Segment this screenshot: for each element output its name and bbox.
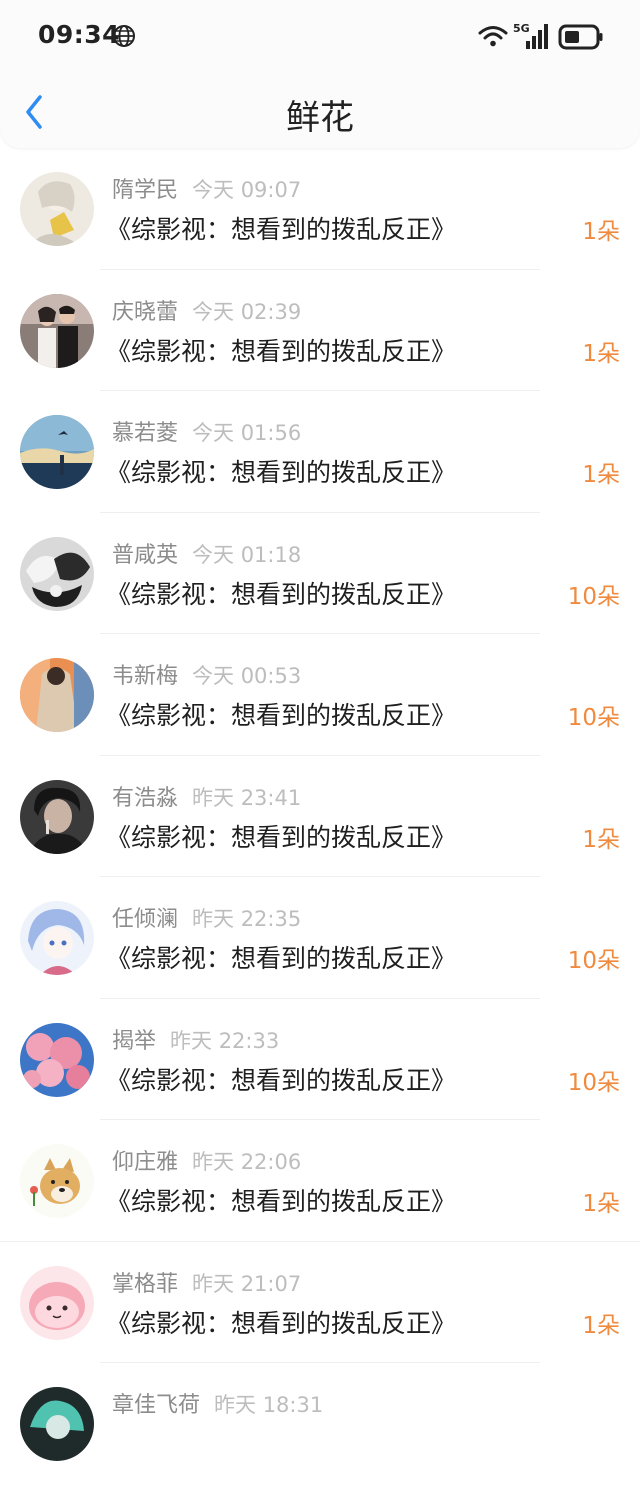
book-title[interactable]: 《综影视：想看到的拨乱反正》 xyxy=(106,939,456,975)
battery-icon xyxy=(558,24,603,50)
flower-count: 1朵 xyxy=(582,462,620,488)
sender-name-text: 隋学民 xyxy=(112,178,179,203)
book-title[interactable]: 《综影视：想看到的拨乱反正》 xyxy=(106,332,456,368)
sender-name: 慕若菱 今天 01:56 xyxy=(112,415,301,447)
sender-name-text: 揭举 xyxy=(112,1028,157,1054)
gift-time: 今天 01:56 xyxy=(192,421,302,445)
avatar[interactable] xyxy=(20,658,94,732)
sender-name-text: 章佳飞荷 xyxy=(112,1393,201,1418)
flower-count: 10朵 xyxy=(567,583,620,610)
sender-name: 隋学民 今天 09:07 xyxy=(112,172,301,204)
status-bar: 09:34 5G xyxy=(0,0,640,74)
globe-icon xyxy=(113,25,135,47)
sender-name: 庆晓蕾 今天 02:39 xyxy=(112,294,301,326)
list-item[interactable]: 仰庄雅 昨天 22:06 《综影视：想看到的拨乱反正》 1朵 xyxy=(0,1120,640,1242)
flower-count: 10朵 xyxy=(567,1069,620,1096)
flower-count: 1朵 xyxy=(582,826,620,853)
sender-name-text: 有浩淼 xyxy=(112,785,179,811)
flower-count: 10朵 xyxy=(567,948,620,974)
navigation-bar: 鲜花 xyxy=(0,78,640,148)
sender-name: 韦新梅 今天 00:53 xyxy=(112,658,301,690)
avatar[interactable] xyxy=(20,1265,94,1340)
sender-name: 揭举 昨天 22:33 xyxy=(112,1023,279,1055)
sender-name: 任倾澜 昨天 22:35 xyxy=(112,901,301,933)
avatar[interactable] xyxy=(20,415,94,489)
sender-name: 章佳飞荷 昨天 18:31 xyxy=(112,1387,323,1419)
sender-name: 有浩淼 昨天 23:41 xyxy=(112,780,301,812)
avatar[interactable] xyxy=(20,293,94,368)
list-item[interactable]: 任倾澜 昨天 22:35 《综影视：想看到的拨乱反正》 10朵 xyxy=(0,877,640,999)
book-title[interactable]: 《综影视：想看到的拨乱反正》 xyxy=(106,453,456,489)
list-item[interactable]: 庆晓蕾 今天 02:39 《综影视：想看到的拨乱反正》 1朵 xyxy=(0,270,640,391)
gift-time: 昨天 21:07 xyxy=(192,1271,302,1296)
list-item[interactable]: 掌格菲 昨天 21:07 《综影视：想看到的拨乱反正》 1朵 xyxy=(0,1242,640,1363)
flower-list: 隋学民 今天 09:07 《综影视：想看到的拨乱反正》 1朵 庆晓蕾 今天 02:3… xyxy=(0,148,640,1485)
flower-count: 1朵 xyxy=(582,340,620,367)
sender-name-text: 庆晓蕾 xyxy=(112,299,179,325)
gift-time: 今天 00:53 xyxy=(192,664,302,688)
avatar[interactable] xyxy=(20,1022,94,1097)
book-title[interactable]: 《综影视：想看到的拨乱反正》 xyxy=(106,1182,456,1218)
signal-icon xyxy=(526,24,548,49)
wifi-icon xyxy=(478,26,508,47)
gift-time: 今天 09:07 xyxy=(192,178,302,202)
gift-time: 昨天 22:33 xyxy=(170,1028,280,1053)
book-title[interactable]: 《综影视：想看到的拨乱反正》 xyxy=(106,1304,456,1340)
avatar[interactable] xyxy=(20,536,94,611)
gift-time: 今天 02:39 xyxy=(192,299,302,324)
sender-name-text: 慕若菱 xyxy=(112,421,179,446)
book-title[interactable]: 《综影视：想看到的拨乱反正》 xyxy=(106,210,456,246)
gift-time: 昨天 18:31 xyxy=(214,1393,324,1417)
avatar[interactable] xyxy=(20,172,94,246)
sender-name: 掌格菲 昨天 21:07 xyxy=(112,1266,301,1298)
sender-name-text: 普咸英 xyxy=(112,542,179,568)
sender-name-text: 仰庄雅 xyxy=(112,1150,179,1175)
app-header: 09:34 5G 鲜花 xyxy=(0,0,640,148)
book-title[interactable]: 《综影视：想看到的拨乱反正》 xyxy=(106,818,456,854)
avatar[interactable] xyxy=(20,779,94,854)
book-title[interactable]: 《综影视：想看到的拨乱反正》 xyxy=(106,696,456,732)
avatar[interactable] xyxy=(20,1144,94,1218)
list-item[interactable]: 普咸英 今天 01:18 《综影视：想看到的拨乱反正》 10朵 xyxy=(0,513,640,634)
list-item[interactable]: 揭举 昨天 22:33 《综影视：想看到的拨乱反正》 10朵 xyxy=(0,999,640,1120)
flower-count: 1朵 xyxy=(582,219,620,245)
sender-name-text: 掌格菲 xyxy=(112,1271,179,1297)
list-item[interactable]: 韦新梅 今天 00:53 《综影视：想看到的拨乱反正》 10朵 xyxy=(0,634,640,756)
list-item[interactable]: 章佳飞荷 昨天 18:31 xyxy=(0,1363,640,1485)
flower-count: 1朵 xyxy=(582,1191,620,1217)
book-title[interactable]: 《综影视：想看到的拨乱反正》 xyxy=(106,575,456,611)
flower-count: 1朵 xyxy=(582,1312,620,1339)
gift-time: 昨天 23:41 xyxy=(192,785,302,810)
sender-name-text: 韦新梅 xyxy=(112,664,179,689)
avatar[interactable] xyxy=(20,1387,94,1461)
list-item[interactable]: 有浩淼 昨天 23:41 《综影视：想看到的拨乱反正》 1朵 xyxy=(0,756,640,877)
status-time: 09:34 xyxy=(38,20,121,49)
list-item[interactable]: 隋学民 今天 09:07 《综影视：想看到的拨乱反正》 1朵 xyxy=(0,148,640,270)
gift-time: 昨天 22:06 xyxy=(192,1150,302,1174)
sender-name-text: 任倾澜 xyxy=(112,907,179,932)
flower-count: 10朵 xyxy=(567,705,620,731)
list-item[interactable]: 慕若菱 今天 01:56 《综影视：想看到的拨乱反正》 1朵 xyxy=(0,391,640,513)
book-title[interactable]: 《综影视：想看到的拨乱反正》 xyxy=(106,1061,456,1097)
gift-time: 昨天 22:35 xyxy=(192,907,302,931)
sender-name: 仰庄雅 昨天 22:06 xyxy=(112,1144,301,1176)
avatar[interactable] xyxy=(20,901,94,975)
page-title: 鲜花 xyxy=(286,98,354,138)
gift-time: 今天 01:18 xyxy=(192,542,302,567)
sender-name: 普咸英 今天 01:18 xyxy=(112,537,301,569)
